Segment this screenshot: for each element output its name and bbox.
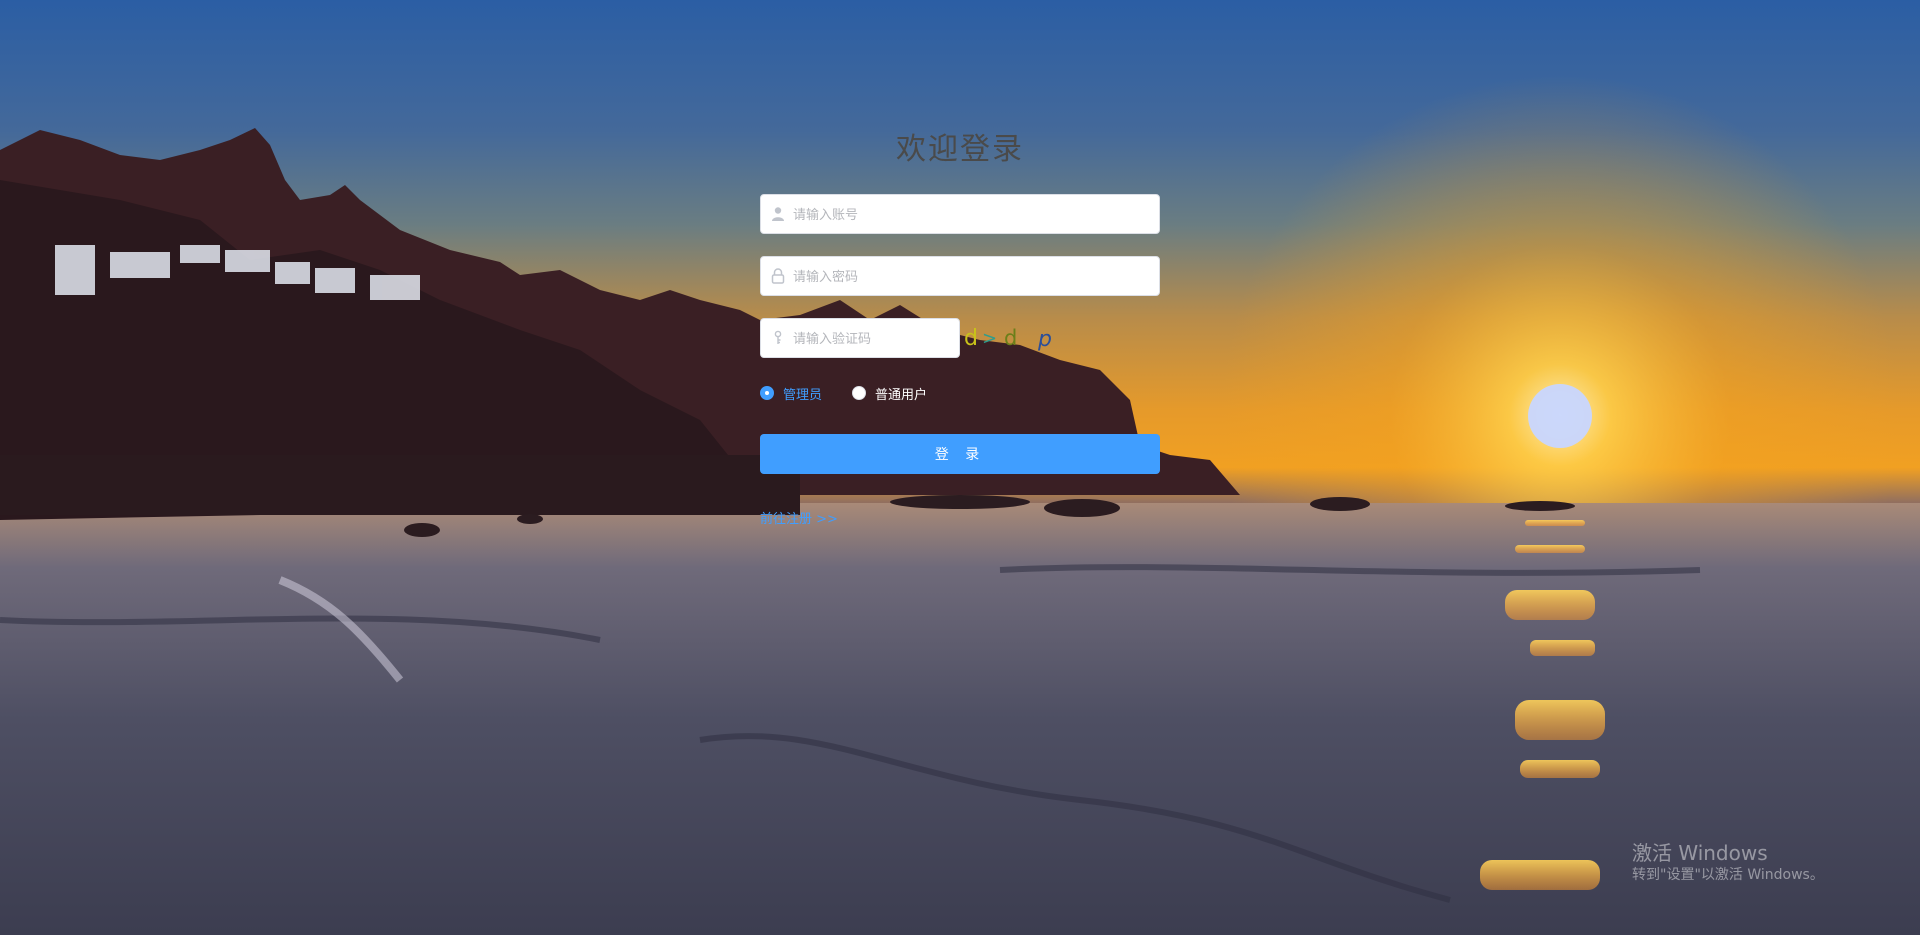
password-field[interactable]	[760, 256, 1160, 297]
watermark-line-1: 激活 Windows	[1632, 841, 1768, 865]
captcha-row: d > d p	[760, 318, 1160, 359]
role-user-label: 普通用户	[875, 387, 928, 403]
captcha-char: >	[982, 328, 997, 349]
lock-icon	[771, 268, 785, 284]
radio-checked-icon	[760, 386, 774, 400]
captcha-char: d	[964, 326, 978, 351]
role-user-radio[interactable]: 普通用户	[852, 384, 927, 403]
watermark-line-2: 转到"设置"以激活 Windows。	[1632, 867, 1824, 883]
key-icon	[774, 330, 782, 344]
user-icon	[772, 207, 784, 221]
radio-unchecked-icon	[852, 386, 867, 400]
captcha-field[interactable]	[760, 318, 960, 359]
windows-activation-watermark: 激活 Windows 转到"设置"以激活 Windows。	[1632, 840, 1824, 884]
login-form: 欢迎登录 d >	[760, 128, 1160, 527]
username-input[interactable]	[791, 195, 1155, 235]
captcha-char: p	[1037, 327, 1052, 352]
login-button[interactable]: 登 录	[760, 434, 1160, 474]
role-selector: 管理员 普通用户	[760, 380, 1160, 406]
password-input[interactable]	[791, 257, 1155, 297]
captcha-char: d	[1004, 326, 1017, 350]
captcha-image[interactable]: d > d p	[962, 318, 1062, 358]
register-link[interactable]: 前往注册 >>	[760, 508, 838, 527]
role-admin-radio[interactable]: 管理员	[760, 384, 822, 403]
role-admin-label: 管理员	[783, 387, 823, 403]
page-title: 欢迎登录	[896, 132, 1024, 167]
username-field[interactable]	[760, 194, 1160, 235]
captcha-input[interactable]	[791, 319, 960, 359]
login-page: 欢迎登录 d >	[0, 0, 1920, 935]
